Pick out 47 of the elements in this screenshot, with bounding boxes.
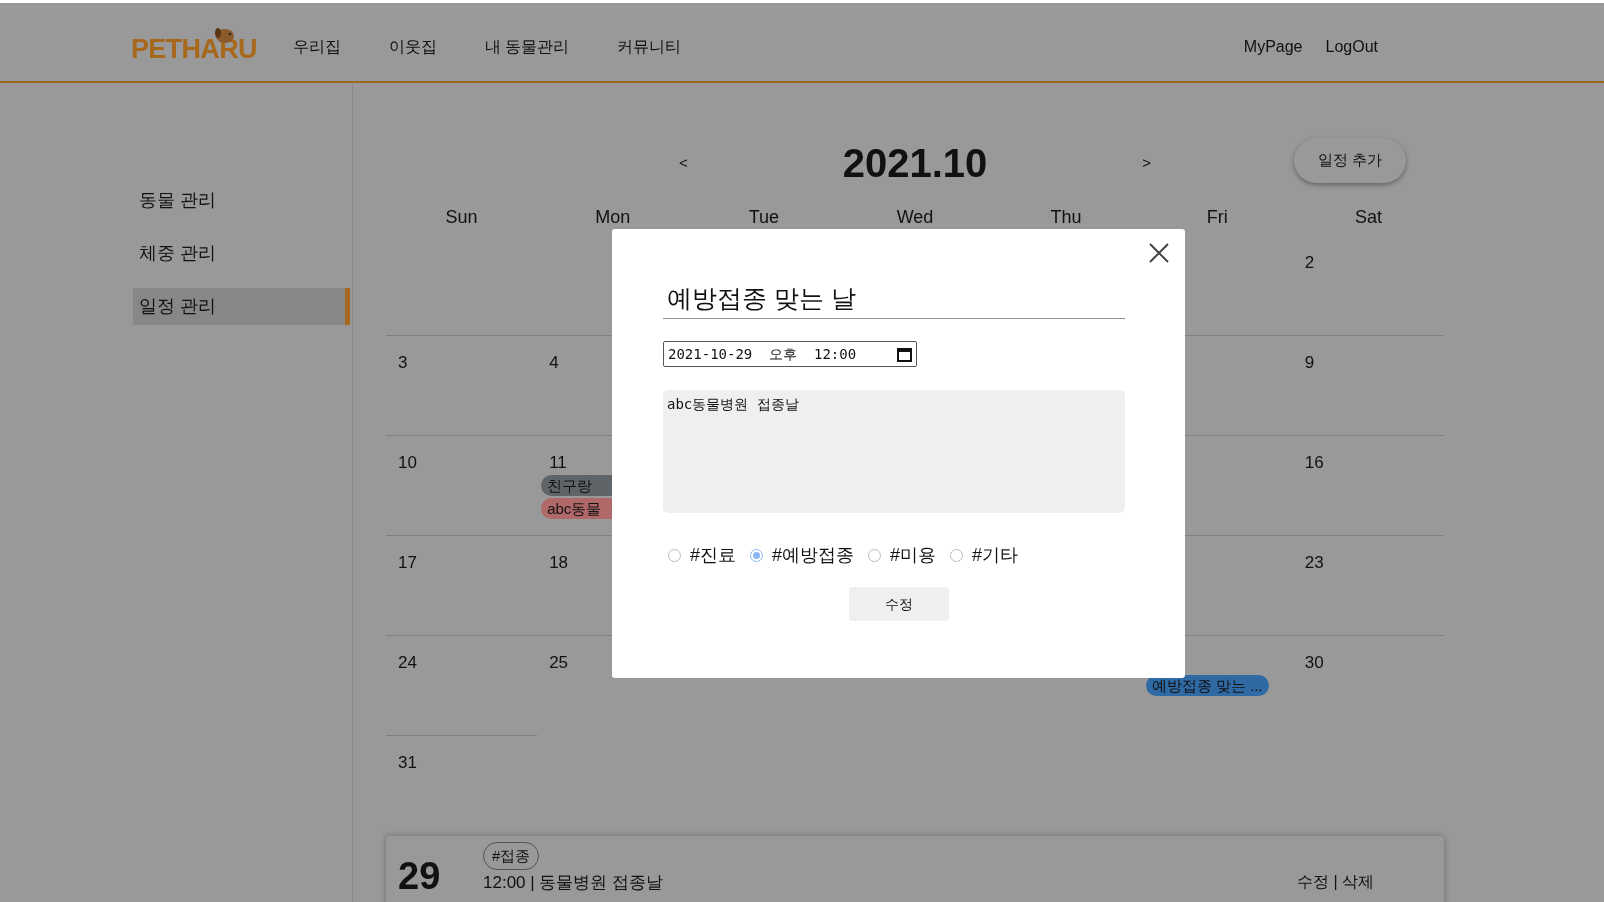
nav-link[interactable]: 이웃집 [388,35,437,59]
header-link[interactable]: LogOut [1325,35,1378,59]
weekday-label: Sat [1353,206,1383,229]
weekday-label: Mon [594,206,632,229]
weekday-label: Tue [747,206,781,229]
month-title: 2021.10 [842,140,988,187]
nav-link[interactable]: 우리집 [292,35,341,59]
submit-button[interactable]: 수정 [848,587,949,621]
sidebar-item[interactable]: 일정 관리 [133,288,350,325]
day-number: 9 [1304,352,1316,374]
close-icon[interactable] [1148,242,1170,264]
schedule-actions[interactable]: 수정 | 삭제 [1296,872,1374,892]
day-number: 23 [1304,552,1325,574]
prev-button[interactable]: < [678,151,688,175]
sidebar-item[interactable]: 체중 관리 [133,235,350,272]
add-schedule-button[interactable]: 일정 추가 [1294,138,1406,183]
day-number: 2 [1304,252,1316,274]
day-number: 24 [398,652,418,674]
weekday-label: Sun [444,206,479,229]
memo-field[interactable]: abc동물병원 접종날 [663,390,1125,513]
day-number: 3 [398,352,409,374]
day-number: 18 [549,552,570,574]
schedule-day: 29 [398,856,483,902]
category-radio[interactable]: #미용 [868,542,937,569]
next-button[interactable]: > [1142,151,1152,175]
nav-link[interactable]: 커뮤니티 [617,35,682,59]
category-radio[interactable]: #진료 [668,542,736,569]
day-number: 25 [549,652,570,674]
day-number: 11 [549,452,568,474]
day-number: 16 [1304,452,1325,474]
title-field[interactable]: 예방접종 맞는 날 [663,279,1125,319]
weekday-label: Wed [895,206,935,229]
day-number: 10 [398,452,418,474]
schedule-text: 12:00 | 동물병원 접종날 [483,872,664,894]
day-number: 31 [398,752,418,774]
datetime-field[interactable]: 2021-10-29 오후 12:00 [663,341,917,367]
category-radio[interactable]: #기타 [950,542,1019,569]
calendar-icon [897,346,912,362]
weekday-label: Fri [1205,206,1229,229]
event-chip[interactable]: 예방접종 맞는 ... [1145,675,1269,696]
header-link[interactable]: MyPage [1243,35,1303,59]
day-number: 30 [1304,652,1325,674]
day-number: 17 [398,552,418,574]
weekday-label: Thu [1049,206,1083,229]
category-radio[interactable]: #예방접종 [750,542,855,569]
nav-link[interactable]: 내 동물관리 [484,35,570,59]
sidebar-item[interactable]: 동물 관리 [133,182,350,219]
